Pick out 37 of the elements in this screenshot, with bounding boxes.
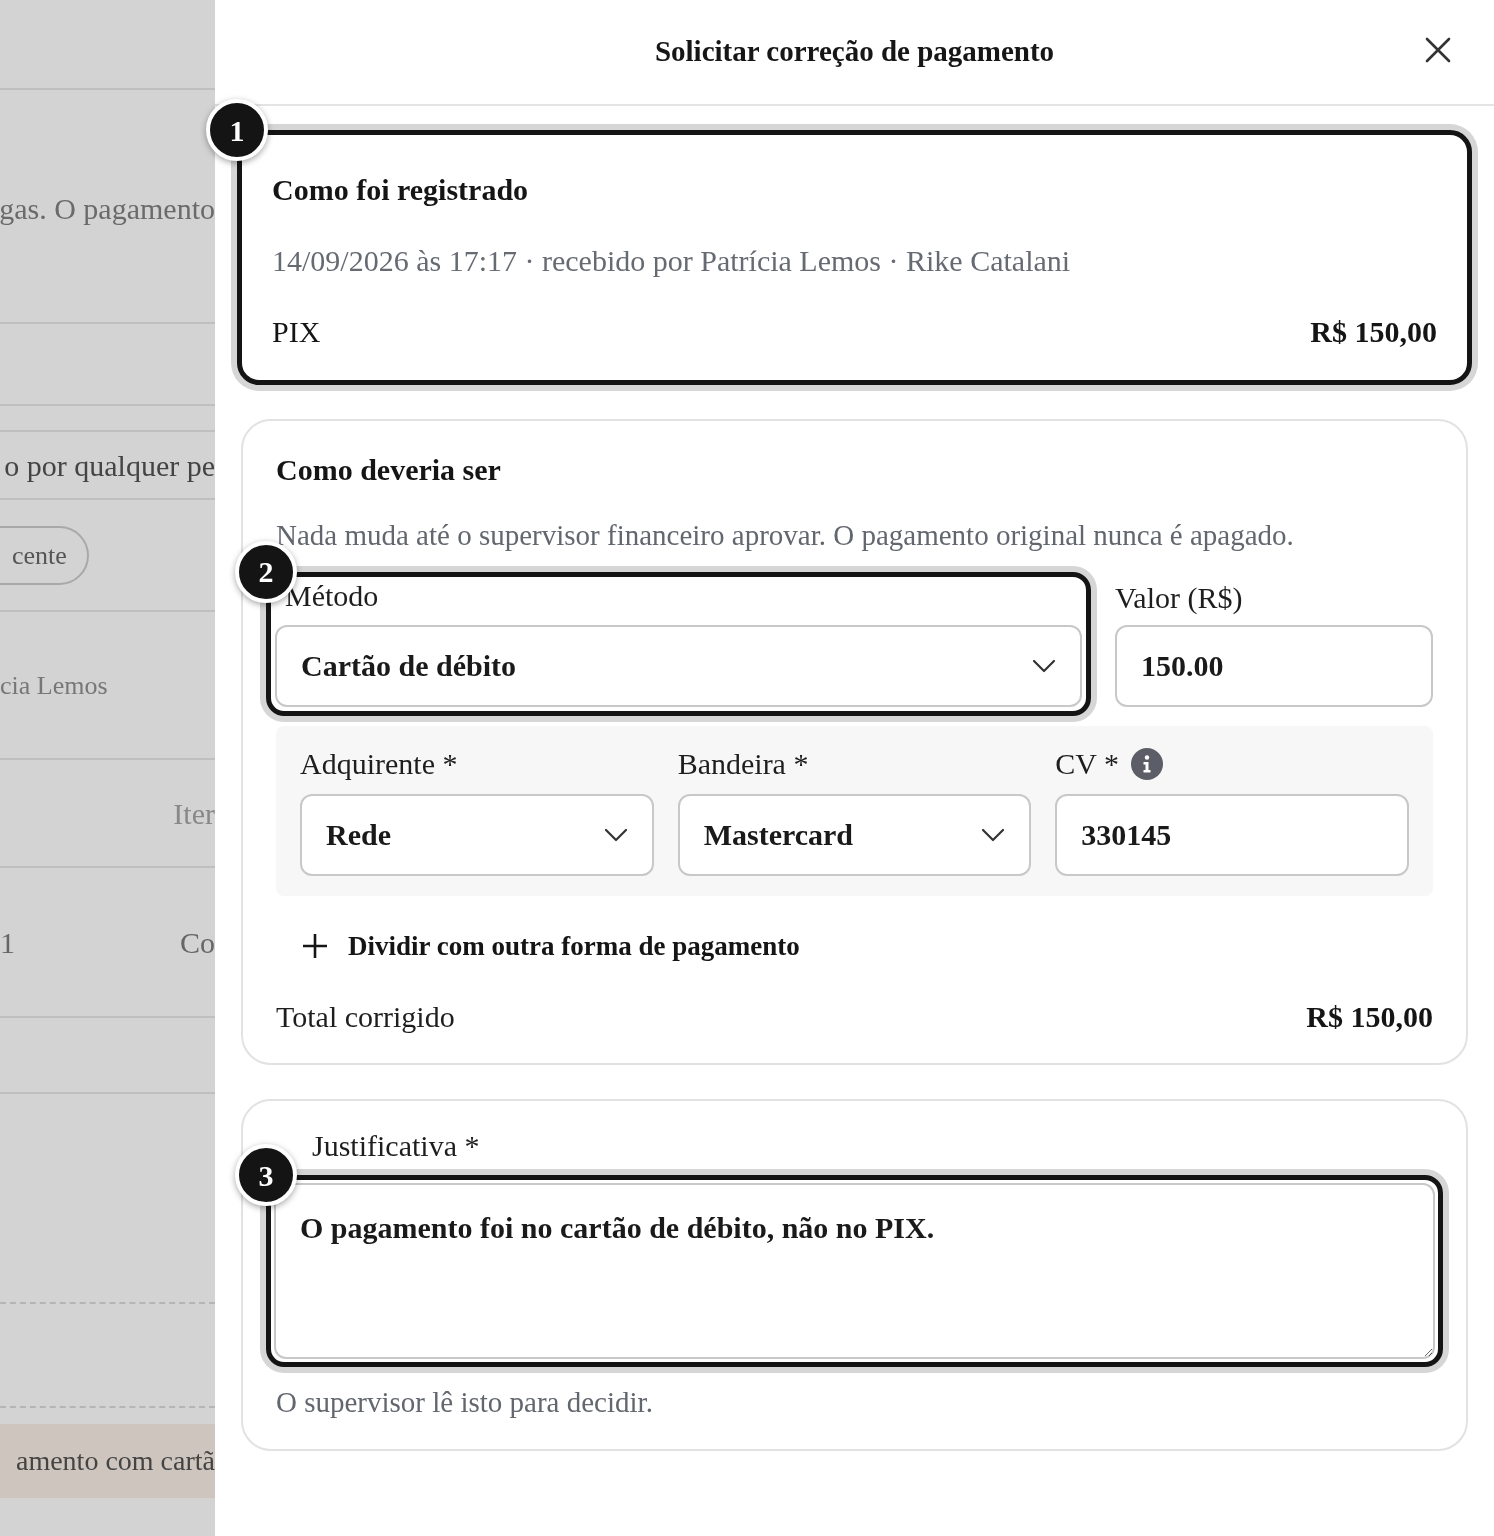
card-heading: Como deveria ser	[276, 452, 502, 488]
dropdown-select[interactable]: Mastercard	[677, 793, 1032, 876]
chevron-down-icon	[1032, 658, 1056, 673]
field-label: CV *	[1055, 748, 1119, 779]
method-select[interactable]: Cartão de débito	[275, 624, 1082, 707]
info-icon[interactable]	[1130, 747, 1163, 780]
page-meta: cia Lemos	[0, 669, 108, 702]
dropdown-select[interactable]: Rede	[300, 793, 654, 876]
table-cell-text: Co	[180, 924, 215, 961]
payment-meta: 14/09/2026 às 17:17 · recebido por Patrícia Lemos · Rike Catalani	[272, 243, 1072, 279]
chevron-down-icon	[603, 827, 628, 842]
field-label: Valor (R$)	[1115, 582, 1244, 613]
payment-amount: R$ 150,00	[1310, 314, 1437, 350]
split-payment-button[interactable]: Dividir com outra forma de pagamento	[302, 925, 800, 966]
approval-note: Nada muda até o supervisor financeiro aprovar. O pagamento original nunca é apagado.	[276, 518, 1295, 553]
payment-method: PIX	[272, 314, 321, 350]
page-paragraph: gas. O pagamento	[0, 191, 215, 227]
field-label: Bandeira *	[677, 748, 809, 779]
field-label: Método	[285, 578, 379, 612]
field-label: Justificativa *	[312, 1129, 480, 1162]
amount-input[interactable]: 150.00	[1115, 624, 1433, 707]
chevron-down-icon	[981, 827, 1006, 842]
card-heading: Como foi registrado	[272, 172, 530, 208]
page-notice: o por qualquer pe	[4, 447, 215, 484]
close-icon	[1424, 36, 1452, 64]
total-amount: R$ 150,00	[1306, 999, 1433, 1035]
dialog-title: Solicitar correção de pagamento	[654, 34, 1055, 70]
text-input[interactable]: 330145	[1055, 793, 1409, 876]
table-cell-text: 1	[0, 924, 15, 961]
field-label: Adquirente *	[300, 748, 458, 779]
column-header: Iter	[173, 795, 215, 832]
justification-field[interactable]: O pagamento foi no cartão de débito, não no PIX.	[274, 1183, 1435, 1359]
plus-icon	[302, 932, 328, 959]
helper-text: O supervisor lê isto para decidir.	[276, 1385, 654, 1420]
total-label: Total corrigido	[276, 999, 455, 1035]
filter-chip[interactable]: cente	[0, 525, 89, 585]
row-text: amento com cartã	[16, 1444, 215, 1478]
